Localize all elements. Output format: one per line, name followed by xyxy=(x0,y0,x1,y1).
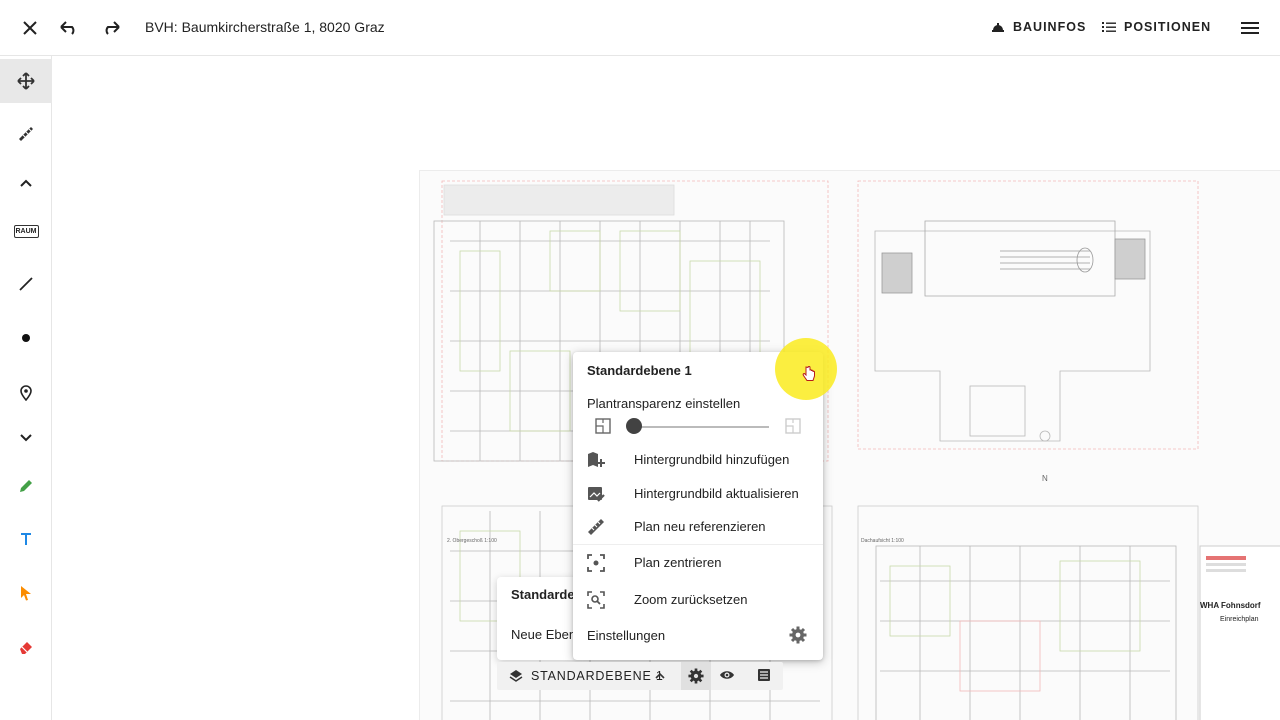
tool-sidebar: RAUM xyxy=(0,56,52,720)
hamburger-menu-icon xyxy=(1241,22,1259,34)
tool-measure[interactable] xyxy=(4,112,48,156)
location-pin-icon xyxy=(20,385,32,401)
menu-item-label: Plan neu referenzieren xyxy=(634,519,766,534)
tool-line[interactable] xyxy=(4,262,48,306)
plan-opaque-icon xyxy=(595,418,611,434)
image-edit-icon xyxy=(588,487,605,502)
transparency-slider-thumb[interactable] xyxy=(626,418,643,434)
redo-icon xyxy=(105,21,120,35)
cursor-arrow-icon xyxy=(21,586,31,601)
menu-item-update-background[interactable]: Hintergrundbild aktualisieren xyxy=(573,479,823,509)
layer-panel-title: Standarde xyxy=(511,587,575,602)
chevron-up-icon xyxy=(20,179,32,187)
transparency-label: Plantransparenz einstellen xyxy=(587,396,741,411)
hand-cursor-icon xyxy=(802,366,815,381)
menu-item-label: Zoom zurücksetzen xyxy=(634,592,748,607)
menu-settings-label[interactable]: Einstellungen xyxy=(587,628,665,643)
close-icon xyxy=(23,21,37,35)
undo-button[interactable] xyxy=(58,16,82,40)
menu-button[interactable] xyxy=(1238,16,1262,40)
eraser-icon xyxy=(20,642,32,654)
tool-eraser[interactable] xyxy=(4,625,48,669)
helmet-icon xyxy=(992,23,1004,32)
stamp-type: Einreichplan xyxy=(1220,616,1259,623)
map-add-icon xyxy=(588,452,605,467)
nav-positionen[interactable]: POSITIONEN xyxy=(1102,20,1211,34)
plan-label-floor: 2. Obergeschoß 1:100 xyxy=(447,538,497,544)
tool-pin[interactable] xyxy=(4,371,48,415)
menu-item-add-background[interactable]: Hintergrundbild hinzufügen xyxy=(573,445,823,475)
menu-item-label: Hintergrundbild aktualisieren xyxy=(634,486,799,501)
ruler-icon xyxy=(588,519,604,535)
menu-item-label: Plan zentrieren xyxy=(634,555,722,570)
redo-button[interactable] xyxy=(98,16,122,40)
nav-positionen-label: POSITIONEN xyxy=(1124,20,1212,34)
tool-select[interactable] xyxy=(4,571,48,615)
layer-options-menu: Standardebene 1 Plantransparenz einstell… xyxy=(573,352,823,660)
list-icon xyxy=(1102,22,1116,32)
chevron-up-icon xyxy=(655,672,665,679)
menu-title: Standardebene 1 xyxy=(587,363,692,378)
menu-divider xyxy=(573,544,823,545)
tool-collapse-up[interactable] xyxy=(4,161,48,205)
plan-transparent-icon xyxy=(785,418,801,434)
plan-stamp: WHA Fohnsdorf Einreichplan xyxy=(1200,601,1261,623)
menu-item-reset-zoom[interactable]: Zoom zurücksetzen xyxy=(573,585,823,615)
gear-icon[interactable] xyxy=(789,626,807,644)
nav-bauinfos[interactable]: BAUINFOS xyxy=(991,20,1086,34)
chevron-down-icon xyxy=(20,434,32,442)
top-app-bar: BVH: Baumkircherstraße 1, 8020 Graz BAUI… xyxy=(0,0,1280,56)
dot-icon xyxy=(22,334,30,342)
close-button[interactable] xyxy=(18,16,42,40)
menu-item-rereference-plan[interactable]: Plan neu referenzieren xyxy=(573,512,823,542)
layers-icon xyxy=(509,670,523,682)
layer-panel: Standarde Neue Eben xyxy=(497,577,575,660)
move-arrows-icon xyxy=(17,72,35,90)
menu-item-center-plan[interactable]: Plan zentrieren xyxy=(573,548,823,578)
north-arrow-label: N xyxy=(1042,474,1048,483)
menu-item-label: Hintergrundbild hinzufügen xyxy=(634,452,790,467)
layer-list-icon[interactable] xyxy=(757,668,771,682)
center-focus-icon xyxy=(587,554,605,572)
gear-icon xyxy=(688,668,704,684)
tool-text[interactable] xyxy=(4,517,48,561)
pencil-icon xyxy=(20,480,32,492)
tool-point[interactable] xyxy=(4,316,48,360)
tool-pen[interactable] xyxy=(4,464,48,508)
tool-move[interactable] xyxy=(0,59,52,103)
ruler-icon xyxy=(19,127,33,141)
layer-selector-button[interactable]: STANDARDEBENE 1 xyxy=(497,662,677,690)
layer-settings-button[interactable] xyxy=(681,662,711,690)
zoom-reset-icon xyxy=(587,591,605,609)
layer-bar: STANDARDEBENE 1 xyxy=(497,662,783,690)
transparency-slider[interactable] xyxy=(627,426,769,428)
new-layer-button[interactable]: Neue Eben xyxy=(511,627,575,642)
stamp-company: WHA Fohnsdorf xyxy=(1200,601,1261,610)
tool-raum[interactable]: RAUM xyxy=(4,209,48,253)
project-title: BVH: Baumkircherstraße 1, 8020 Graz xyxy=(145,19,385,35)
line-icon xyxy=(19,277,33,291)
nav-bauinfos-label: BAUINFOS xyxy=(1013,20,1087,34)
plan-label-roof: Dachaufsicht 1:100 xyxy=(861,538,904,544)
raum-icon: RAUM xyxy=(13,224,39,238)
layer-selector-label: STANDARDEBENE 1 xyxy=(531,669,664,683)
undo-icon xyxy=(60,21,75,35)
eye-icon[interactable] xyxy=(719,668,735,682)
tool-expand-down[interactable] xyxy=(4,416,48,460)
text-icon xyxy=(21,533,31,545)
